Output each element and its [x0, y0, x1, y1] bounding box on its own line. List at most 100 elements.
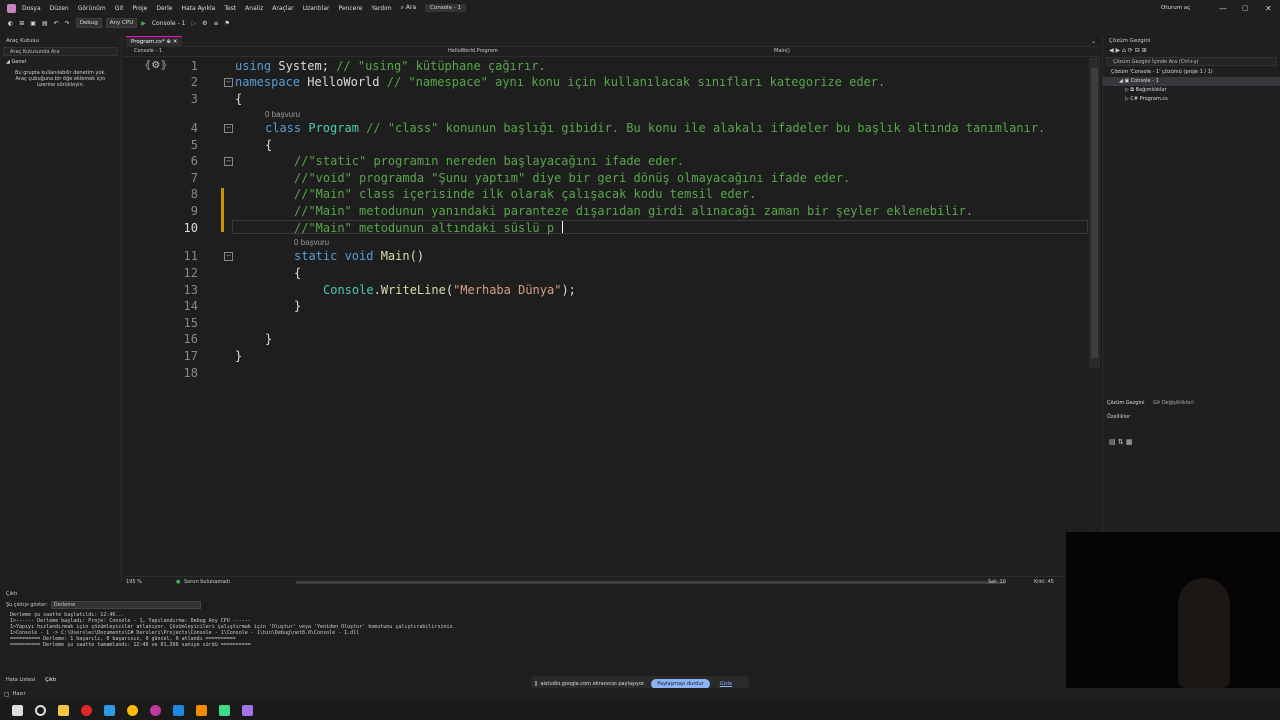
save-icon[interactable]: ▣ [30, 20, 36, 27]
undo-icon[interactable]: ↶ [54, 20, 59, 27]
menu-analyze[interactable]: Analiz [245, 5, 263, 12]
tab-git-changes[interactable]: Git Değişiklikleri [1153, 400, 1194, 406]
toolbar-tools-icon[interactable]: ⚙ [202, 20, 207, 27]
windows-start-icon[interactable] [12, 704, 23, 716]
new-item-icon[interactable]: ⊞ [19, 20, 24, 27]
tok-class: class [265, 121, 309, 135]
tree-project[interactable]: ◢ ▣ Console - 1 [1103, 77, 1280, 86]
tab-output[interactable]: Çıktı [45, 677, 56, 683]
fold-namespace-icon[interactable]: − [224, 78, 233, 87]
nav-class[interactable]: HelloWorld.Program [448, 48, 498, 54]
menu-file[interactable]: Dosya [22, 5, 41, 12]
menu-debug[interactable]: Hata Ayıkla [181, 5, 215, 12]
tok-dot: . [373, 283, 381, 297]
search-button[interactable]: ⌕ Ara [401, 4, 417, 12]
tok-comment-1: // "using" kütüphane çağırır. [336, 59, 546, 73]
tok-system: System [278, 59, 322, 73]
menu-test[interactable]: Test [224, 5, 236, 12]
visual-studio-icon[interactable] [242, 704, 253, 716]
vlc-icon[interactable] [196, 704, 207, 716]
tab-solution-explorer[interactable]: Çözüm Gezgini [1107, 400, 1145, 406]
close-icon[interactable]: ✕ [1265, 4, 1272, 13]
line-number: 12 [183, 266, 198, 280]
menu-view[interactable]: Görünüm [78, 5, 106, 12]
cursor-column: Krkt: 45 [1034, 579, 1054, 585]
menu-window[interactable]: Pencere [338, 5, 362, 12]
tab-error-list[interactable]: Hata Listesi [6, 677, 35, 683]
vscode-icon[interactable] [104, 704, 115, 716]
menu-tools[interactable]: Araçlar [272, 5, 293, 12]
comment-icon[interactable]: ≡ [213, 20, 218, 27]
tab-program-cs[interactable]: Program.cs* ⊕ ✕ [126, 35, 183, 47]
toolbox-search[interactable]: Araç Kutusunda Ara [3, 47, 118, 56]
platform-select[interactable]: Any CPU [105, 18, 138, 28]
code-line-5: { [265, 138, 273, 152]
nav-member[interactable]: Main() [774, 48, 790, 54]
tab-overflow-icon[interactable]: ⌄ [1091, 38, 1096, 45]
navigation-bar: Console - 1 HelloWorld.Program Main() [124, 47, 1100, 57]
tree-program-cs[interactable]: ▷ C# Program.cs [1103, 95, 1280, 104]
code-editor[interactable] [124, 58, 1090, 576]
nav-back-icon[interactable]: ◐ [8, 20, 13, 27]
fold-comment-icon[interactable]: − [224, 157, 233, 166]
se-back-icon[interactable]: ◀ ▶ ⌂ ⟳ ⊟ ⊞ [1109, 47, 1147, 54]
app-icon[interactable] [150, 704, 161, 716]
tok-close: ); [561, 283, 576, 297]
line-number: 4 [190, 121, 198, 135]
android-studio-icon[interactable] [219, 704, 230, 716]
solution-search[interactable]: Çözüm Gezgini İçinde Ara (Ctrl+ş) [1106, 57, 1277, 66]
issues-status[interactable]: Sorun bulunamadı [184, 579, 230, 585]
nav-project[interactable]: Console - 1 [134, 48, 162, 54]
minimize-icon[interactable]: — [1219, 4, 1227, 13]
menu-build[interactable]: Derle [156, 5, 172, 12]
run-icon[interactable]: ▶ [141, 20, 146, 27]
toolbox-title: Araç Kutusu [0, 36, 121, 47]
tree-dependencies[interactable]: ▷ ⧉ Bağımlılıklar [1103, 86, 1280, 95]
config-select[interactable]: Debug [75, 18, 102, 28]
tree-file-label: Program.cs [1139, 96, 1168, 102]
menu-edit[interactable]: Düzen [50, 5, 69, 12]
tab-close-icon[interactable]: ✕ [173, 39, 178, 45]
class-references[interactable]: 0 başvuru [265, 110, 300, 119]
signin-link[interactable]: Oturum aç [1161, 5, 1190, 11]
method-references[interactable]: 0 başvuru [294, 238, 329, 247]
menu-git[interactable]: Git [115, 5, 124, 12]
zoom-level[interactable]: 195 % [126, 579, 142, 585]
file-explorer-icon[interactable] [58, 704, 69, 716]
search-label: Ara [405, 4, 417, 11]
horizontal-scrollbar[interactable] [296, 581, 1006, 584]
fold-method-icon[interactable]: − [224, 252, 233, 261]
search-taskbar-icon[interactable] [35, 704, 46, 716]
output-source-select[interactable]: Derleme [50, 601, 201, 609]
editor-vertical-scrollbar[interactable] [1089, 58, 1100, 368]
code-line-2: namespace HelloWorld // "namespace" aynı… [235, 75, 885, 89]
hide-share-bar-link[interactable]: Gizle [720, 681, 732, 687]
stop-sharing-button[interactable]: Paylaşmayı durdur [651, 678, 710, 689]
menu-extensions[interactable]: Uzantılar [303, 5, 330, 12]
opera-icon[interactable] [81, 704, 92, 716]
run-target[interactable]: Console - 1 [152, 20, 186, 27]
save-all-icon[interactable]: ▤ [42, 20, 48, 27]
code-line-16: } [265, 332, 273, 346]
scrollbar-thumb[interactable] [1091, 68, 1098, 358]
maximize-icon[interactable]: ▢ [1242, 4, 1249, 12]
menu-project[interactable]: Proje [132, 5, 147, 12]
toolbox-group[interactable]: ◢ Genel [0, 56, 121, 68]
run-without-debug-icon[interactable]: ▷ [191, 20, 196, 27]
redo-icon[interactable]: ↷ [65, 20, 70, 27]
chrome-icon[interactable] [127, 704, 138, 716]
line-number: 1 [190, 59, 198, 73]
code-line-10: //"Main" metodunun altındaki süslü p [294, 221, 555, 235]
tree-solution[interactable]: Çözüm 'Console - 1' çözümü (proje 1 / 1) [1103, 68, 1280, 77]
tab-pin-icon[interactable]: ⊕ [166, 39, 171, 45]
properties-toolbar-icon[interactable]: ▤ ⇅ ▦ [1109, 438, 1133, 446]
solution-explorer: Çözüm Gezgini ◀ ▶ ⌂ ⟳ ⊟ ⊞ Çözüm Gezgini … [1102, 36, 1280, 582]
bookmark-icon[interactable]: ⚑ [225, 20, 230, 27]
visual-studio-code-icon[interactable] [173, 704, 184, 716]
line-number: 16 [183, 332, 198, 346]
fold-class-icon[interactable]: − [224, 124, 233, 133]
menu-help[interactable]: Yardım [371, 5, 391, 12]
solution-toolbar: ◀ ▶ ⌂ ⟳ ⊟ ⊞ [1103, 47, 1280, 57]
line-number: 2 [190, 75, 198, 89]
line-number: 14 [183, 299, 198, 313]
